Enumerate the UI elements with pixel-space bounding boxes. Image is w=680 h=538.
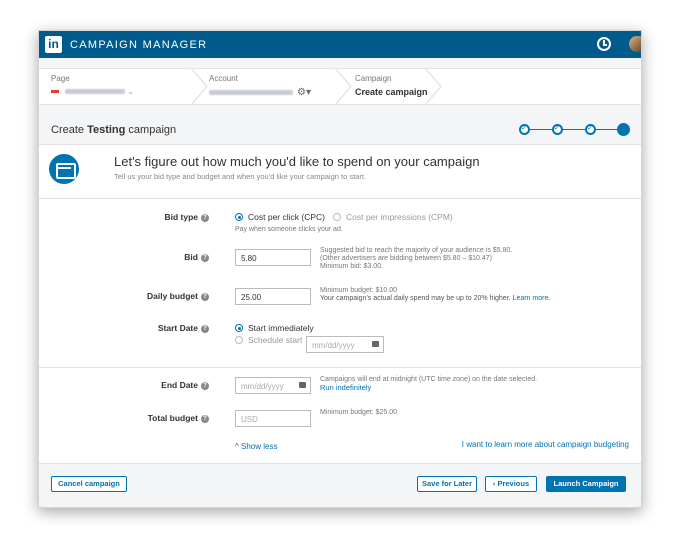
end-date-note: Campaigns will end at midnight (UTC time… (320, 376, 537, 392)
total-budget-note: Minimum budget: $25.00 (320, 409, 398, 416)
campaign-manager-window: in CAMPAIGN MANAGER Page ⌄ Account ⚙▾ Ca… (38, 30, 642, 508)
cancel-campaign-button[interactable]: Cancel campaign (51, 476, 127, 492)
linkedin-logo[interactable]: in (45, 36, 62, 53)
breadcrumb-account[interactable]: Account ⚙▾ (209, 74, 311, 98)
learn-more-link[interactable]: Learn more. (513, 295, 551, 302)
avatar[interactable] (629, 36, 641, 52)
daily-budget-spend-text: Your campaign's actual daily spend may b… (320, 295, 513, 302)
intro-section: Let's figure out how much you'd like to … (39, 145, 641, 199)
top-navigation-bar: in CAMPAIGN MANAGER (39, 31, 641, 58)
end-date-placeholder: mm/dd/yyyy (241, 382, 284, 391)
start-date-label: Start Date? (39, 323, 209, 333)
start-date-placeholder: mm/dd/yyyy (312, 341, 355, 350)
radio-unselected-icon (235, 336, 243, 344)
credit-card-icon (49, 154, 79, 184)
breadcrumb-separator-icon (190, 68, 208, 105)
total-budget-input[interactable]: USD (235, 410, 311, 427)
calendar-icon[interactable] (299, 382, 306, 388)
chevron-down-icon: ⌄ (127, 87, 134, 96)
radio-selected-icon (235, 213, 243, 221)
question-icon[interactable]: ? (201, 253, 209, 262)
step-connector (596, 129, 618, 130)
campaign-header: Create Testing campaign (39, 115, 641, 145)
gear-icon[interactable]: ⚙▾ (297, 87, 311, 98)
page-title: Create Testing campaign (51, 124, 176, 136)
radio-selected-icon (235, 324, 243, 332)
daily-budget-note: Minimum budget: $10.00 Your campaign's a… (320, 287, 550, 303)
breadcrumb: Page ⌄ Account ⚙▾ Campaign Create campai… (39, 68, 641, 105)
end-date-label: End Date? (39, 380, 209, 390)
run-indefinitely-link[interactable]: Run indefinitely (320, 384, 537, 392)
save-for-later-button[interactable]: Save for Later (417, 476, 477, 492)
breadcrumb-account-label: Account (209, 74, 238, 83)
schedule-start-radio[interactable]: Schedule start (235, 335, 302, 345)
app-title: CAMPAIGN MANAGER (70, 38, 208, 51)
start-date-input[interactable]: mm/dd/yyyy (306, 336, 384, 353)
intro-title: Let's figure out how much you'd like to … (114, 154, 480, 169)
bid-type-cpc-radio[interactable]: Cost per click (CPC) (235, 212, 325, 222)
step-2-complete-icon[interactable] (552, 124, 563, 135)
bid-minimum-text: Minimum bid: $3.00. (320, 263, 384, 270)
breadcrumb-separator-icon (334, 68, 352, 105)
daily-budget-minimum-text: Minimum budget: $10.00 (320, 287, 398, 294)
footer-actions: Cancel campaign Save for Later ‹ Previou… (39, 463, 641, 507)
account-name-redacted (209, 90, 293, 96)
previous-button[interactable]: ‹ Previous (485, 476, 537, 492)
breadcrumb-page-label: Page (51, 74, 70, 83)
progress-stepper (519, 123, 630, 136)
end-date-input[interactable]: mm/dd/yyyy (235, 377, 311, 394)
question-icon[interactable]: ? (201, 414, 209, 423)
breadcrumb-campaign[interactable]: Campaign Create campaign (355, 74, 428, 97)
step-connector (530, 129, 552, 130)
bid-type-note: Pay when someone clicks your ad. (235, 226, 343, 233)
show-less-link[interactable]: ^ Show less (235, 442, 277, 451)
breadcrumb-page[interactable]: Page ⌄ (51, 74, 134, 96)
title-suffix: campaign (125, 124, 177, 136)
bid-suggestion-text: Suggested bid to reach the majority of y… (320, 247, 513, 254)
title-prefix: Create (51, 124, 88, 136)
bid-input[interactable]: 5.80 (235, 249, 311, 266)
total-budget-label: Total budget? (39, 413, 209, 423)
show-less-label: Show less (240, 442, 278, 451)
bid-type-cpm-label: Cost per impressions (CPM) (346, 212, 453, 222)
step-3-complete-icon[interactable] (585, 124, 596, 135)
intro-subtitle: Tell us your bid type and budget and whe… (114, 172, 367, 181)
daily-budget-input[interactable]: 25.00 (235, 288, 311, 305)
step-connector (563, 129, 585, 130)
bid-label: Bid? (39, 252, 209, 262)
budget-panel: Let's figure out how much you'd like to … (39, 145, 641, 463)
clock-icon[interactable] (597, 37, 611, 51)
breadcrumb-campaign-value: Create campaign (355, 87, 428, 97)
question-icon[interactable]: ? (201, 292, 209, 301)
bid-type-label: Bid type? (39, 212, 209, 222)
daily-budget-label: Daily budget? (39, 291, 209, 301)
bid-range-text: (Other advertisers are bidding between $… (320, 255, 492, 262)
start-immediately-label: Start immediately (248, 323, 314, 333)
step-4-current-icon (617, 123, 630, 136)
step-1-complete-icon[interactable] (519, 124, 530, 135)
page-logo-icon (51, 90, 59, 94)
page-name-redacted (65, 89, 125, 95)
bid-note: Suggested bid to reach the majority of y… (320, 247, 512, 271)
bid-type-cpm-radio[interactable]: Cost per impressions (CPM) (333, 212, 453, 222)
question-icon[interactable]: ? (201, 381, 209, 390)
section-divider (39, 367, 641, 368)
question-icon[interactable]: ? (201, 324, 209, 333)
radio-unselected-icon (333, 213, 341, 221)
question-icon[interactable]: ? (201, 213, 209, 222)
breadcrumb-separator-icon (424, 68, 442, 105)
title-campaign-name: Testing (87, 124, 126, 136)
budgeting-help-link[interactable]: I want to learn more about campaign budg… (462, 440, 629, 449)
breadcrumb-campaign-label: Campaign (355, 74, 392, 83)
schedule-start-label: Schedule start (248, 335, 303, 345)
launch-campaign-button[interactable]: Launch Campaign (546, 476, 626, 492)
calendar-icon[interactable] (372, 341, 379, 347)
bid-type-cpc-label: Cost per click (CPC) (248, 212, 325, 222)
start-immediately-radio[interactable]: Start immediately (235, 323, 314, 333)
